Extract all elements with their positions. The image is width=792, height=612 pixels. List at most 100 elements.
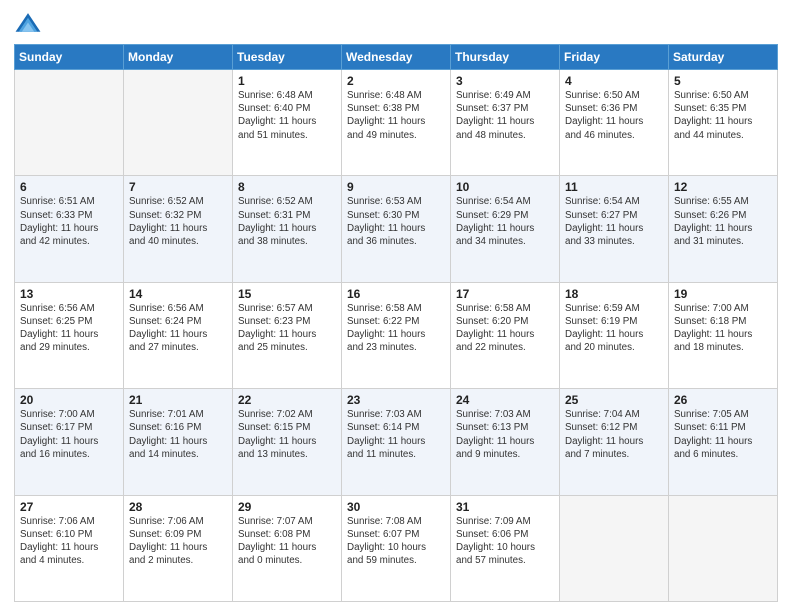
cell-info: Sunrise: 7:09 AMSunset: 6:06 PMDaylight:… [456, 515, 554, 568]
cell-info: Sunrise: 7:03 AMSunset: 6:14 PMDaylight:… [347, 408, 445, 461]
cell-info: Sunrise: 6:57 AMSunset: 6:23 PMDaylight:… [238, 302, 336, 355]
day-number: 19 [674, 287, 772, 301]
day-number: 4 [565, 74, 663, 88]
calendar-cell [669, 495, 778, 601]
calendar-cell: 6Sunrise: 6:51 AMSunset: 6:33 PMDaylight… [15, 176, 124, 282]
cell-info: Sunrise: 7:02 AMSunset: 6:15 PMDaylight:… [238, 408, 336, 461]
weekday-header-row: SundayMondayTuesdayWednesdayThursdayFrid… [15, 45, 778, 70]
calendar-table: SundayMondayTuesdayWednesdayThursdayFrid… [14, 44, 778, 602]
cell-info: Sunrise: 6:48 AMSunset: 6:40 PMDaylight:… [238, 89, 336, 142]
cell-info: Sunrise: 7:05 AMSunset: 6:11 PMDaylight:… [674, 408, 772, 461]
day-number: 8 [238, 180, 336, 194]
day-number: 23 [347, 393, 445, 407]
calendar-cell: 20Sunrise: 7:00 AMSunset: 6:17 PMDayligh… [15, 389, 124, 495]
calendar-cell: 12Sunrise: 6:55 AMSunset: 6:26 PMDayligh… [669, 176, 778, 282]
cell-info: Sunrise: 7:00 AMSunset: 6:18 PMDaylight:… [674, 302, 772, 355]
day-number: 5 [674, 74, 772, 88]
calendar-cell: 23Sunrise: 7:03 AMSunset: 6:14 PMDayligh… [342, 389, 451, 495]
day-number: 21 [129, 393, 227, 407]
week-row-4: 20Sunrise: 7:00 AMSunset: 6:17 PMDayligh… [15, 389, 778, 495]
page: SundayMondayTuesdayWednesdayThursdayFrid… [0, 0, 792, 612]
cell-info: Sunrise: 6:58 AMSunset: 6:22 PMDaylight:… [347, 302, 445, 355]
calendar-cell: 29Sunrise: 7:07 AMSunset: 6:08 PMDayligh… [233, 495, 342, 601]
day-number: 29 [238, 500, 336, 514]
calendar-cell: 13Sunrise: 6:56 AMSunset: 6:25 PMDayligh… [15, 282, 124, 388]
day-number: 24 [456, 393, 554, 407]
calendar-cell: 1Sunrise: 6:48 AMSunset: 6:40 PMDaylight… [233, 70, 342, 176]
calendar-cell: 8Sunrise: 6:52 AMSunset: 6:31 PMDaylight… [233, 176, 342, 282]
cell-info: Sunrise: 7:08 AMSunset: 6:07 PMDaylight:… [347, 515, 445, 568]
weekday-sunday: Sunday [15, 45, 124, 70]
day-number: 6 [20, 180, 118, 194]
calendar-cell [15, 70, 124, 176]
weekday-tuesday: Tuesday [233, 45, 342, 70]
day-number: 27 [20, 500, 118, 514]
day-number: 31 [456, 500, 554, 514]
week-row-3: 13Sunrise: 6:56 AMSunset: 6:25 PMDayligh… [15, 282, 778, 388]
cell-info: Sunrise: 6:52 AMSunset: 6:31 PMDaylight:… [238, 195, 336, 248]
calendar-cell: 4Sunrise: 6:50 AMSunset: 6:36 PMDaylight… [560, 70, 669, 176]
day-number: 20 [20, 393, 118, 407]
day-number: 17 [456, 287, 554, 301]
calendar-cell: 19Sunrise: 7:00 AMSunset: 6:18 PMDayligh… [669, 282, 778, 388]
calendar-cell [124, 70, 233, 176]
day-number: 2 [347, 74, 445, 88]
day-number: 7 [129, 180, 227, 194]
calendar-cell: 7Sunrise: 6:52 AMSunset: 6:32 PMDaylight… [124, 176, 233, 282]
day-number: 22 [238, 393, 336, 407]
weekday-wednesday: Wednesday [342, 45, 451, 70]
day-number: 16 [347, 287, 445, 301]
day-number: 14 [129, 287, 227, 301]
calendar-cell: 11Sunrise: 6:54 AMSunset: 6:27 PMDayligh… [560, 176, 669, 282]
calendar-cell: 28Sunrise: 7:06 AMSunset: 6:09 PMDayligh… [124, 495, 233, 601]
cell-info: Sunrise: 6:51 AMSunset: 6:33 PMDaylight:… [20, 195, 118, 248]
day-number: 13 [20, 287, 118, 301]
day-number: 3 [456, 74, 554, 88]
day-number: 12 [674, 180, 772, 194]
cell-info: Sunrise: 7:00 AMSunset: 6:17 PMDaylight:… [20, 408, 118, 461]
calendar-cell: 26Sunrise: 7:05 AMSunset: 6:11 PMDayligh… [669, 389, 778, 495]
weekday-thursday: Thursday [451, 45, 560, 70]
week-row-1: 1Sunrise: 6:48 AMSunset: 6:40 PMDaylight… [15, 70, 778, 176]
calendar-cell [560, 495, 669, 601]
calendar-cell: 3Sunrise: 6:49 AMSunset: 6:37 PMDaylight… [451, 70, 560, 176]
calendar-cell: 16Sunrise: 6:58 AMSunset: 6:22 PMDayligh… [342, 282, 451, 388]
calendar-cell: 10Sunrise: 6:54 AMSunset: 6:29 PMDayligh… [451, 176, 560, 282]
weekday-saturday: Saturday [669, 45, 778, 70]
cell-info: Sunrise: 6:49 AMSunset: 6:37 PMDaylight:… [456, 89, 554, 142]
cell-info: Sunrise: 7:03 AMSunset: 6:13 PMDaylight:… [456, 408, 554, 461]
calendar-cell: 5Sunrise: 6:50 AMSunset: 6:35 PMDaylight… [669, 70, 778, 176]
cell-info: Sunrise: 7:06 AMSunset: 6:09 PMDaylight:… [129, 515, 227, 568]
logo [14, 10, 46, 38]
calendar-cell: 22Sunrise: 7:02 AMSunset: 6:15 PMDayligh… [233, 389, 342, 495]
week-row-2: 6Sunrise: 6:51 AMSunset: 6:33 PMDaylight… [15, 176, 778, 282]
calendar-cell: 31Sunrise: 7:09 AMSunset: 6:06 PMDayligh… [451, 495, 560, 601]
header [14, 10, 778, 38]
weekday-monday: Monday [124, 45, 233, 70]
cell-info: Sunrise: 7:01 AMSunset: 6:16 PMDaylight:… [129, 408, 227, 461]
cell-info: Sunrise: 6:55 AMSunset: 6:26 PMDaylight:… [674, 195, 772, 248]
calendar-cell: 2Sunrise: 6:48 AMSunset: 6:38 PMDaylight… [342, 70, 451, 176]
day-number: 1 [238, 74, 336, 88]
day-number: 10 [456, 180, 554, 194]
calendar-cell: 15Sunrise: 6:57 AMSunset: 6:23 PMDayligh… [233, 282, 342, 388]
cell-info: Sunrise: 6:54 AMSunset: 6:29 PMDaylight:… [456, 195, 554, 248]
cell-info: Sunrise: 6:52 AMSunset: 6:32 PMDaylight:… [129, 195, 227, 248]
day-number: 28 [129, 500, 227, 514]
cell-info: Sunrise: 6:54 AMSunset: 6:27 PMDaylight:… [565, 195, 663, 248]
day-number: 15 [238, 287, 336, 301]
day-number: 30 [347, 500, 445, 514]
cell-info: Sunrise: 6:59 AMSunset: 6:19 PMDaylight:… [565, 302, 663, 355]
calendar-cell: 17Sunrise: 6:58 AMSunset: 6:20 PMDayligh… [451, 282, 560, 388]
day-number: 9 [347, 180, 445, 194]
cell-info: Sunrise: 6:56 AMSunset: 6:25 PMDaylight:… [20, 302, 118, 355]
calendar-cell: 24Sunrise: 7:03 AMSunset: 6:13 PMDayligh… [451, 389, 560, 495]
cell-info: Sunrise: 6:50 AMSunset: 6:36 PMDaylight:… [565, 89, 663, 142]
weekday-friday: Friday [560, 45, 669, 70]
week-row-5: 27Sunrise: 7:06 AMSunset: 6:10 PMDayligh… [15, 495, 778, 601]
logo-icon [14, 10, 42, 38]
cell-info: Sunrise: 6:53 AMSunset: 6:30 PMDaylight:… [347, 195, 445, 248]
cell-info: Sunrise: 7:06 AMSunset: 6:10 PMDaylight:… [20, 515, 118, 568]
calendar-cell: 21Sunrise: 7:01 AMSunset: 6:16 PMDayligh… [124, 389, 233, 495]
calendar-cell: 30Sunrise: 7:08 AMSunset: 6:07 PMDayligh… [342, 495, 451, 601]
